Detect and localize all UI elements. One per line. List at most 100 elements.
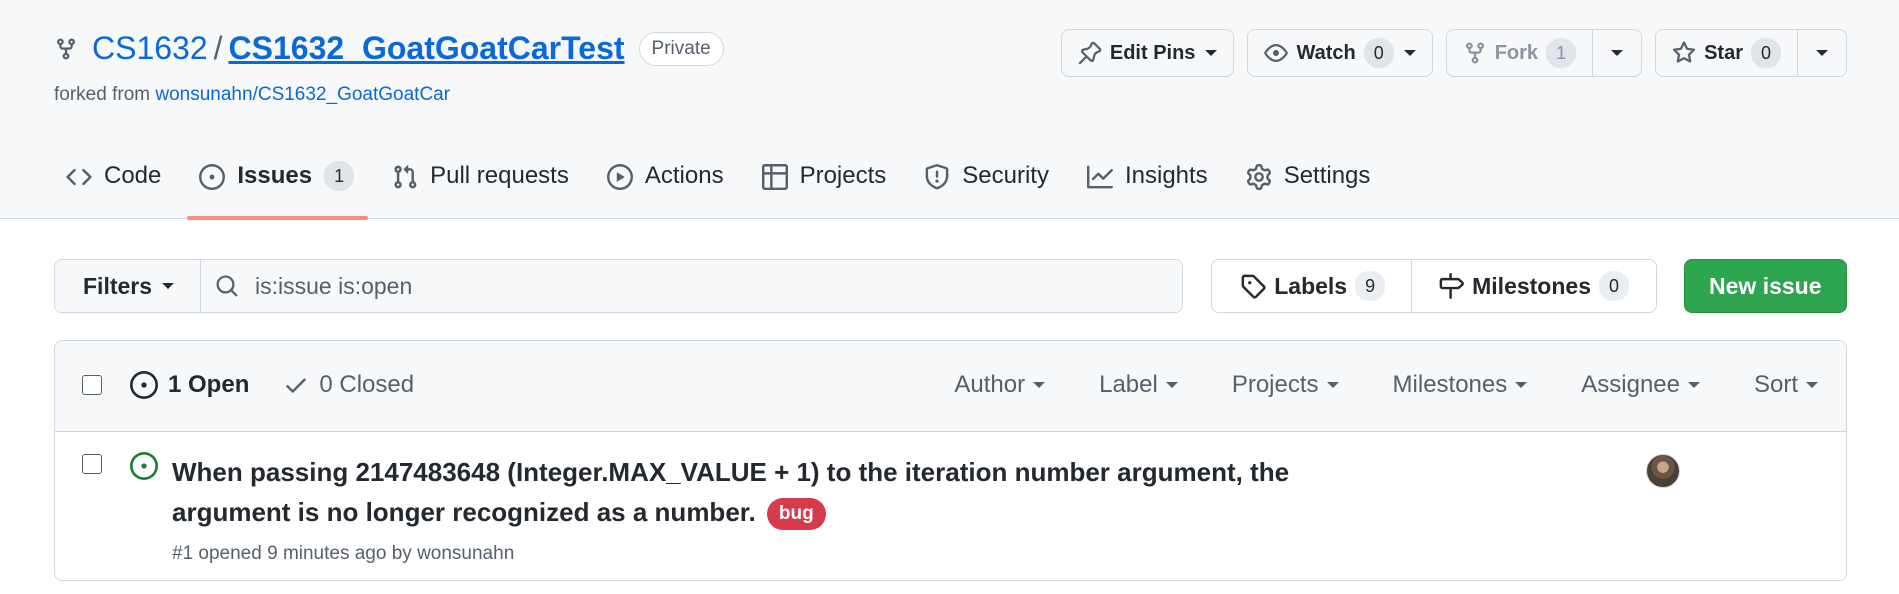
chevron-down-icon — [1816, 50, 1828, 56]
chevron-down-icon — [1403, 50, 1416, 56]
star-count: 0 — [1750, 38, 1781, 68]
issue-row: When passing 2147483648 (Integer.MAX_VAL… — [55, 432, 1846, 580]
repo-owner-link[interactable]: CS1632 — [92, 30, 208, 67]
search-icon — [216, 275, 238, 297]
issue-title-link[interactable]: When passing 2147483648 (Integer.MAX_VAL… — [172, 457, 1289, 527]
issue-label-bug[interactable]: bug — [766, 498, 826, 530]
chevron-down-icon — [1687, 382, 1700, 388]
issues-count: 1 — [324, 161, 355, 191]
path-separator: / — [213, 30, 223, 66]
author-filter[interactable]: Author — [954, 371, 1046, 399]
chevron-down-icon — [1205, 50, 1218, 56]
labels-label: Labels — [1274, 272, 1348, 299]
issue-opened-icon — [130, 452, 158, 480]
tab-label: Insights — [1124, 162, 1208, 189]
sorter-label: Author — [954, 371, 1026, 398]
repo-forked-icon — [1465, 42, 1484, 64]
star-label: Star — [1704, 41, 1743, 64]
tab-settings[interactable]: Settings — [1234, 150, 1385, 219]
fork-button-group: Fork 1 — [1445, 29, 1643, 77]
star-menu-button[interactable] — [1797, 30, 1846, 76]
tab-issues[interactable]: Issues 1 — [187, 150, 368, 220]
milestones-filter[interactable]: Milestones — [1393, 371, 1528, 399]
tab-actions[interactable]: Actions — [595, 150, 738, 219]
issues-list-header: 1 Open 0 Closed Author Label Projects Mi… — [55, 341, 1846, 432]
repo-actions: Edit Pins Watch 0 Fork 1 Star 0 — [1060, 29, 1847, 77]
filter-search-group: Filters — [54, 259, 1184, 313]
chevron-down-icon — [1806, 382, 1818, 388]
tab-code[interactable]: Code — [54, 150, 175, 219]
chevron-down-icon — [1165, 382, 1178, 388]
label-filter[interactable]: Label — [1099, 371, 1178, 399]
eye-icon — [1264, 44, 1289, 62]
search-box — [201, 260, 1183, 312]
star-icon — [1672, 41, 1696, 63]
edit-pins-label: Edit Pins — [1109, 41, 1196, 64]
sorter-label: Projects — [1231, 371, 1319, 398]
assignee-avatar[interactable] — [1646, 454, 1680, 488]
sorter-label: Milestones — [1392, 371, 1508, 398]
edit-pins-button[interactable]: Edit Pins — [1060, 29, 1235, 77]
milestone-icon — [1439, 273, 1465, 299]
watch-button[interactable]: Watch 0 — [1247, 29, 1433, 77]
star-button[interactable]: Star 0 — [1656, 30, 1797, 76]
closed-issues-tab[interactable]: 0 Closed — [283, 371, 414, 399]
tab-label: Projects — [799, 162, 887, 189]
issues-list: 1 Open 0 Closed Author Label Projects Mi… — [54, 340, 1847, 581]
labels-count: 9 — [1355, 271, 1386, 301]
watch-label: Watch — [1296, 41, 1356, 64]
tab-label: Issues — [237, 162, 313, 189]
select-all-checkbox[interactable] — [82, 375, 102, 395]
issue-meta: #1 opened 9 minutes ago by wonsunahn — [172, 543, 515, 564]
labels-milestones-group: Labels 9 Milestones 0 — [1211, 259, 1657, 313]
closed-count-label: 0 Closed — [319, 371, 415, 398]
open-issues-tab[interactable]: 1 Open — [130, 371, 249, 399]
search-input[interactable] — [255, 272, 855, 300]
new-issue-button[interactable]: New issue — [1683, 259, 1847, 313]
filters-button[interactable]: Filters — [55, 260, 201, 312]
repo-nav-tabs: Code Issues 1 Pull requests Actions Proj… — [54, 150, 1396, 220]
repo-name-link[interactable]: CS1632_GoatGoatCarTest — [229, 30, 625, 67]
sorter-label: Label — [1099, 371, 1158, 398]
gear-icon — [1246, 164, 1271, 190]
forked-source-link[interactable]: wonsunahn/CS1632_GoatGoatCar — [155, 84, 450, 105]
fork-menu-button[interactable] — [1592, 30, 1641, 76]
issue-checkbox[interactable] — [82, 454, 102, 474]
repo-forked-icon — [57, 38, 75, 60]
repo-header: CS1632 / CS1632_GoatGoatCarTest Private … — [0, 0, 1899, 220]
forked-from-prefix: forked from — [54, 84, 151, 105]
visibility-badge: Private — [638, 31, 724, 66]
graph-icon — [1086, 165, 1113, 189]
labels-button[interactable]: Labels 9 — [1212, 260, 1412, 312]
open-count-label: 1 Open — [168, 371, 250, 398]
issues-toolbar: Filters Labels 9 Milestones 0 New issue — [54, 259, 1847, 313]
tab-security[interactable]: Security — [912, 150, 1063, 219]
tab-pull-requests[interactable]: Pull requests — [380, 150, 583, 219]
projects-filter[interactable]: Projects — [1232, 371, 1339, 399]
play-icon — [606, 164, 633, 190]
fork-button[interactable]: Fork 1 — [1447, 30, 1592, 76]
star-button-group: Star 0 — [1655, 29, 1847, 77]
sorter-label: Sort — [1753, 371, 1798, 398]
list-filters: Author Label Projects Milestones Assigne… — [900, 371, 1818, 399]
forked-from-line: forked from wonsunahn/CS1632_GoatGoatCar — [54, 84, 450, 106]
chevron-down-icon — [1033, 382, 1046, 388]
tab-label: Pull requests — [430, 162, 569, 189]
pull-request-icon — [394, 164, 417, 189]
tag-icon — [1241, 274, 1266, 299]
tab-projects[interactable]: Projects — [750, 150, 901, 219]
milestones-button[interactable]: Milestones 0 — [1411, 260, 1656, 312]
milestones-label: Milestones — [1472, 272, 1591, 299]
sort-menu[interactable]: Sort — [1754, 371, 1818, 399]
check-icon — [286, 378, 307, 393]
tab-insights[interactable]: Insights — [1075, 150, 1222, 219]
tab-label: Code — [104, 162, 162, 189]
fork-count: 1 — [1546, 38, 1577, 68]
sorter-label: Assignee — [1581, 371, 1680, 398]
assignee-filter[interactable]: Assignee — [1581, 371, 1700, 399]
chevron-down-icon — [1515, 382, 1528, 388]
tab-label: Security — [962, 162, 1049, 189]
tab-label: Actions — [644, 162, 724, 189]
tab-label: Settings — [1283, 162, 1371, 189]
chevron-down-icon — [1326, 382, 1339, 388]
